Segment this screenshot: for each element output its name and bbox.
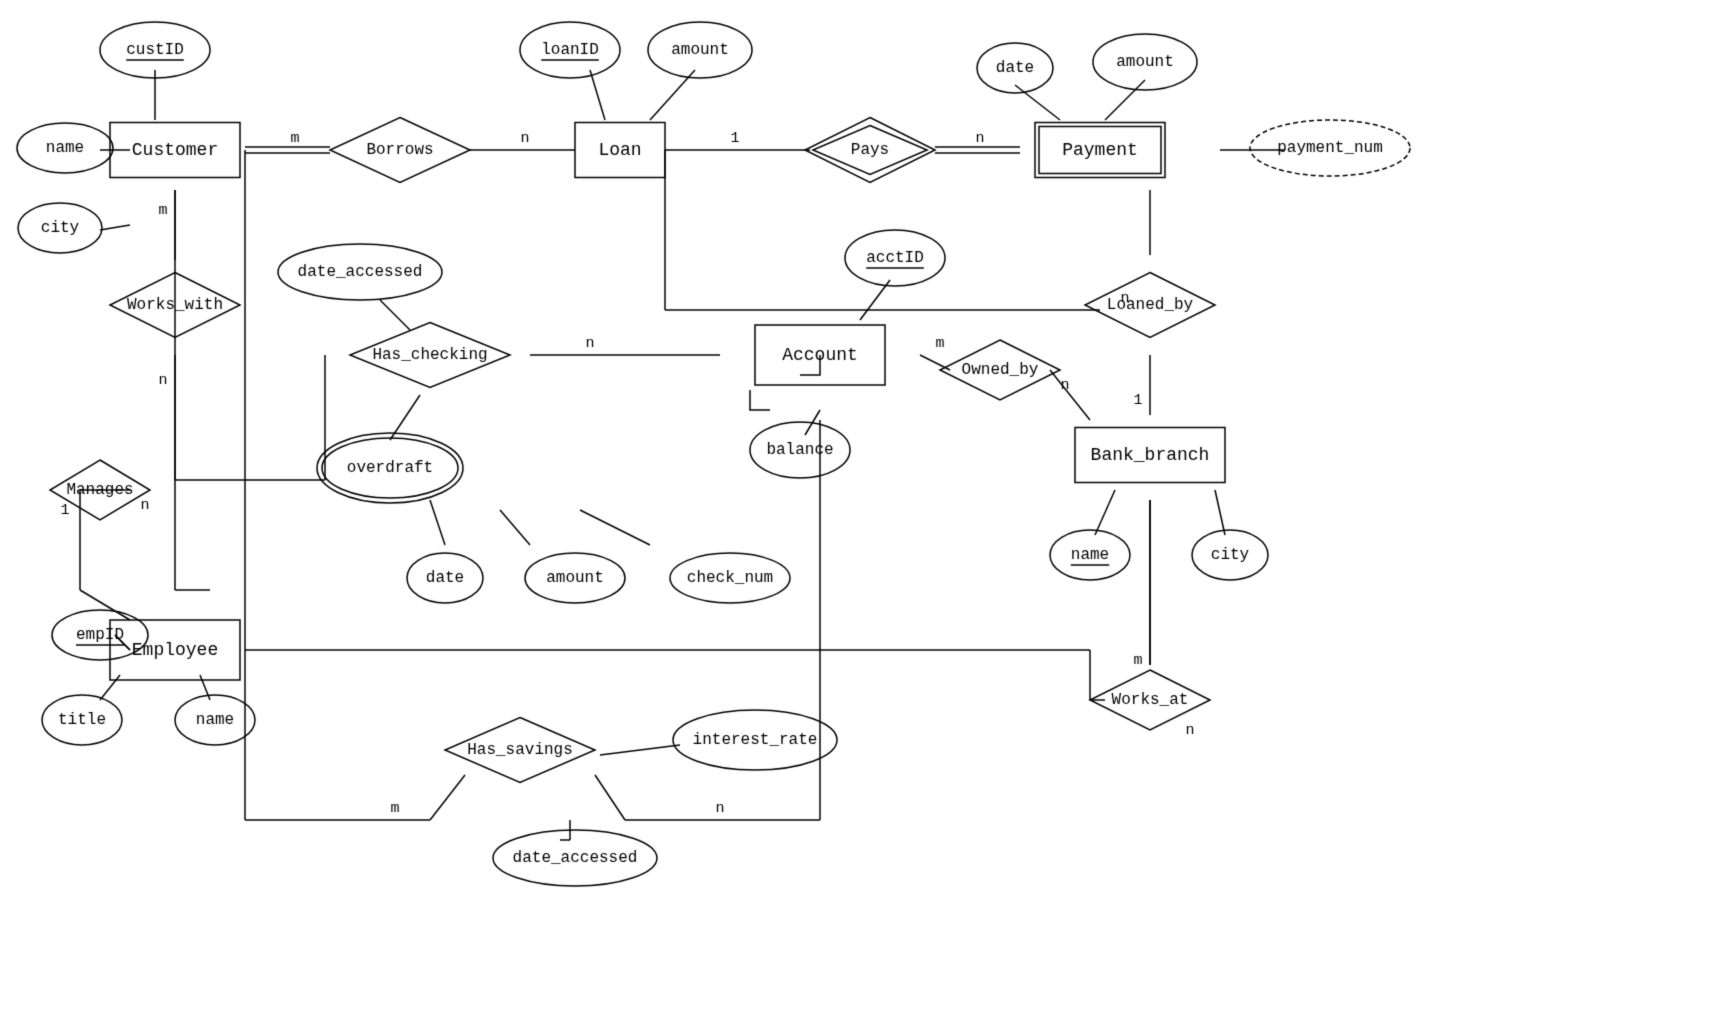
er-diagram-canvas bbox=[0, 0, 1720, 1018]
